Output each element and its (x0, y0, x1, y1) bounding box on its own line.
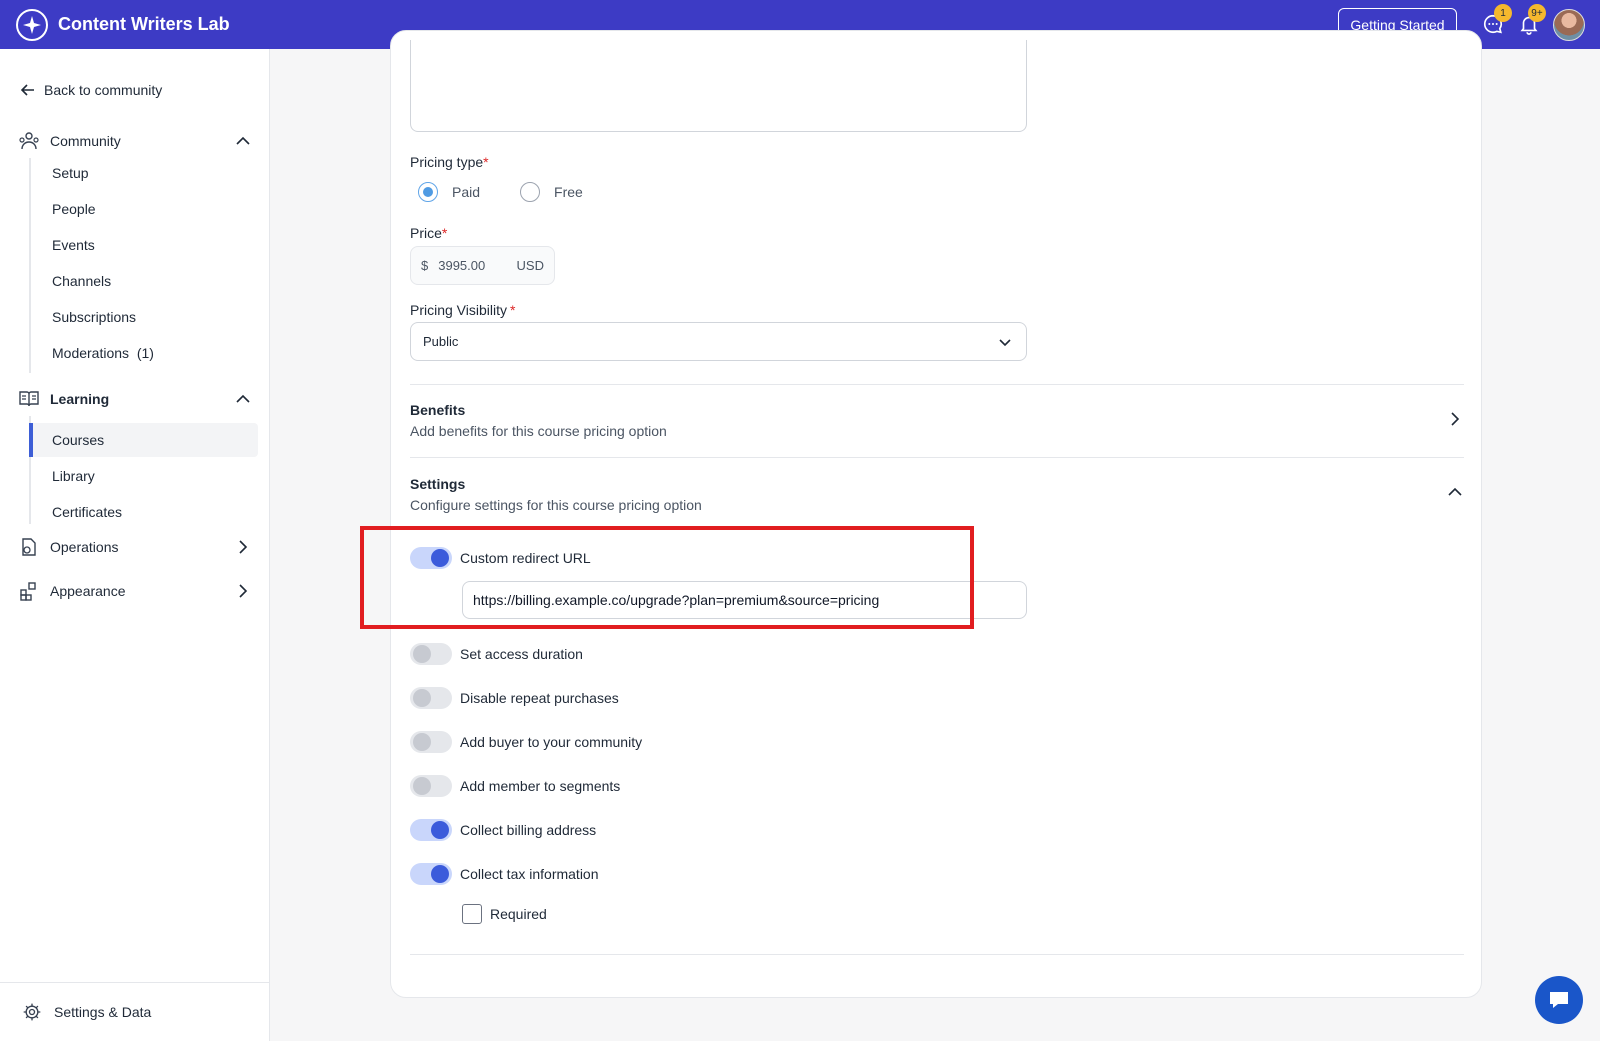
price-amount: 3995.00 (438, 258, 486, 273)
chevron-up-icon (236, 394, 250, 403)
messages-button[interactable]: 1 (1482, 4, 1512, 37)
chevron-right-icon[interactable] (1446, 410, 1464, 428)
book-icon (19, 391, 39, 407)
pricing-visibility-select[interactable]: Public (410, 322, 1027, 361)
settings-description: Configure settings for this course prici… (410, 497, 702, 513)
pricing-visibility-label: Pricing Visibility * (410, 302, 516, 318)
disable-repeat-purchases-label: Disable repeat purchases (460, 690, 619, 706)
benefits-description: Add benefits for this course pricing opt… (410, 423, 667, 439)
sidebar-section-operations[interactable]: Operations (18, 536, 252, 558)
required-checkbox-row: Required (462, 904, 547, 924)
back-to-community-link[interactable]: Back to community (20, 82, 162, 98)
gear-icon (23, 1003, 41, 1021)
sidebar-item-library[interactable]: Library (30, 459, 258, 493)
currency-code: USD (516, 258, 544, 273)
sidebar-section-community[interactable]: Community (18, 130, 252, 152)
sidebar-section-appearance[interactable]: Appearance (18, 580, 252, 602)
chat-support-button[interactable] (1535, 976, 1583, 1024)
sidebar-item-subscriptions[interactable]: Subscriptions (30, 300, 258, 334)
add-buyer-toggle[interactable] (410, 731, 452, 753)
price-input[interactable]: $ 3995.00 USD (410, 246, 555, 285)
radio-paid-label[interactable]: Paid (452, 184, 480, 200)
settings-and-data-link[interactable]: Settings & Data (0, 982, 270, 1041)
back-label: Back to community (44, 82, 163, 98)
sidebar-item-courses[interactable]: Courses (29, 423, 258, 457)
set-access-duration-label: Set access duration (460, 646, 583, 662)
toggle-row-disable-repeat-purchases: Disable repeat purchases (410, 687, 619, 709)
redirect-url-input[interactable]: https://billing.example.co/upgrade?plan=… (462, 581, 1027, 619)
collect-billing-address-toggle[interactable] (410, 819, 452, 841)
description-textarea[interactable] (410, 40, 1027, 132)
price-label: Price* (410, 225, 448, 241)
pricing-option-card (390, 30, 1482, 998)
sidebar-item-channels[interactable]: Channels (30, 264, 258, 298)
sidebar-item-moderations[interactable]: Moderations (1) (30, 336, 258, 370)
required-checkbox[interactable] (462, 904, 482, 924)
user-avatar[interactable] (1553, 9, 1585, 41)
sidebar-section-learning[interactable]: Learning (18, 388, 252, 410)
messages-badge: 1 (1494, 4, 1512, 22)
app-name: Content Writers Lab (58, 14, 230, 34)
toggle-row-set-access-duration: Set access duration (410, 643, 583, 665)
toggle-row-collect-tax-information: Collect tax information (410, 863, 599, 885)
chevron-up-icon (236, 136, 250, 145)
divider (410, 954, 1464, 955)
currency-symbol: $ (421, 258, 429, 273)
chevron-down-icon (999, 339, 1011, 347)
collect-billing-address-label: Collect billing address (460, 822, 597, 838)
sidebar: Back to community Community Setup People… (0, 49, 270, 1041)
settings-and-data-label: Settings & Data (54, 1004, 152, 1020)
sidebar-item-setup[interactable]: Setup (30, 156, 258, 190)
benefits-title[interactable]: Benefits (410, 402, 465, 418)
radio-free-label[interactable]: Free (554, 184, 583, 200)
chevron-up-icon[interactable] (1446, 483, 1464, 501)
chat-bubble-icon (1550, 992, 1568, 1008)
notifications-button[interactable]: 9+ (1518, 4, 1546, 37)
arrow-left-icon (20, 84, 34, 96)
custom-redirect-url-toggle[interactable] (410, 547, 452, 569)
pricing-visibility-value: Public (423, 334, 459, 349)
sidebar-item-people[interactable]: People (30, 192, 258, 226)
add-member-segments-toggle[interactable] (410, 775, 452, 797)
sidebar-item-certificates[interactable]: Certificates (30, 495, 258, 529)
brand[interactable]: Content Writers Lab (16, 8, 230, 41)
toggle-row-add-buyer: Add buyer to your community (410, 731, 642, 753)
divider (410, 457, 1464, 458)
pricing-type-radio-group: Paid Free (418, 182, 623, 202)
operations-icon (22, 538, 36, 556)
toggle-row-add-member-segments: Add member to segments (410, 775, 620, 797)
collect-tax-information-label: Collect tax information (460, 866, 599, 882)
community-icon (19, 132, 39, 150)
learning-label: Learning (50, 391, 110, 407)
collect-tax-information-toggle[interactable] (410, 863, 452, 885)
community-label: Community (50, 133, 121, 149)
chevron-right-icon (239, 540, 248, 554)
brand-logo-icon (16, 8, 48, 41)
notifications-badge: 9+ (1528, 4, 1546, 22)
radio-paid[interactable] (418, 182, 438, 202)
operations-label: Operations (50, 539, 119, 555)
toggle-row-collect-billing-address: Collect billing address (410, 819, 596, 841)
appearance-label: Appearance (50, 583, 126, 599)
custom-redirect-url-label: Custom redirect URL (460, 550, 591, 566)
add-buyer-label: Add buyer to your community (460, 734, 643, 750)
disable-repeat-purchases-toggle[interactable] (410, 687, 452, 709)
add-member-segments-label: Add member to segments (460, 778, 621, 794)
radio-free[interactable] (520, 182, 541, 202)
pricing-type-label: Pricing type* (410, 154, 489, 170)
sidebar-item-events[interactable]: Events (30, 228, 258, 262)
required-checkbox-label: Required (490, 906, 547, 922)
appearance-icon (20, 582, 36, 601)
set-access-duration-toggle[interactable] (410, 643, 452, 665)
settings-title[interactable]: Settings (410, 476, 465, 492)
chevron-right-icon (239, 584, 248, 598)
toggle-row-custom-redirect-url: Custom redirect URL (410, 547, 591, 569)
divider (410, 384, 1464, 385)
